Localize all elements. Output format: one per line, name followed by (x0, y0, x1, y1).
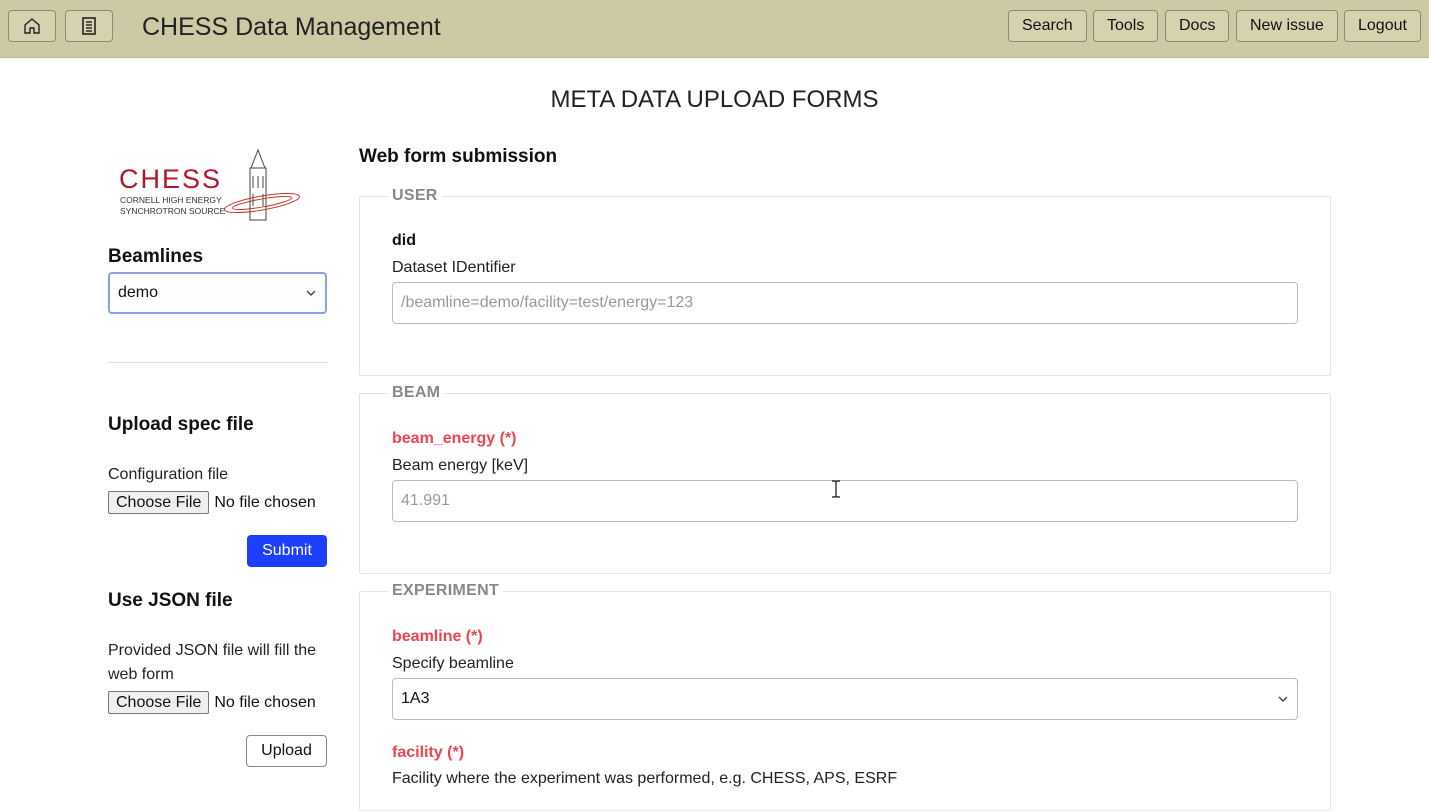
chess-logo: CHESS CORNELL HIGH ENERGY SYNCHROTRON SO… (119, 148, 300, 221)
beamline-select[interactable]: demo (108, 272, 327, 314)
nav-docs-button[interactable]: Docs (1165, 10, 1230, 42)
beam-fieldset: BEAM beam_energy (*) Beam energy [keV] 4… (359, 384, 1331, 574)
did-input[interactable]: /beamline=demo/facility=test/energy=123 (392, 282, 1298, 324)
orbit-graphic (224, 192, 300, 214)
home-icon (24, 18, 40, 34)
nav-search-button[interactable]: Search (1008, 10, 1087, 42)
config-choose-file-button[interactable]: Choose File (108, 491, 210, 514)
chevron-down-icon (306, 290, 316, 296)
json-description: Provided JSON file will fill the web for… (108, 642, 317, 683)
nav-new-issue-button[interactable]: New issue (1236, 10, 1338, 42)
logo-line1: CORNELL HIGH ENERGY (120, 195, 222, 205)
docs-icon-button[interactable] (65, 10, 113, 42)
sidebar-divider (108, 362, 327, 363)
upload-button[interactable]: Upload (246, 735, 327, 767)
user-legend: USER (388, 187, 442, 205)
upload-spec-heading: Upload spec file (108, 414, 254, 435)
home-button[interactable] (8, 10, 56, 42)
config-file-status: No file chosen (214, 493, 316, 511)
chevron-down-icon (1278, 696, 1288, 702)
text-cursor-icon (832, 480, 840, 498)
beam-energy-input[interactable]: 41.991 (392, 480, 1298, 522)
logo-line2: SYNCHROTRON SOURCE (120, 206, 226, 216)
nav-logout-button[interactable]: Logout (1344, 10, 1421, 42)
config-file-label: Configuration file (108, 466, 229, 483)
experiment-fieldset: EXPERIMENT beamline (*) Specify beamline… (359, 582, 1331, 811)
beam-energy-field-name: beam_energy (*) (392, 430, 517, 447)
beam-legend: BEAM (388, 384, 445, 402)
did-field-desc: Dataset IDentifier (392, 259, 516, 276)
nav-tools-button[interactable]: Tools (1093, 10, 1159, 42)
json-file-input[interactable]: Choose File No file chosen (108, 691, 316, 714)
top-navbar: CHESS Data Management Search Tools Docs … (0, 0, 1429, 58)
beamline-field-desc: Specify beamline (392, 655, 514, 672)
json-file-status: No file chosen (214, 693, 316, 711)
logo-name: CHESS (119, 164, 222, 194)
beamline-select-value: demo (118, 284, 159, 301)
json-choose-file-button[interactable]: Choose File (108, 691, 210, 714)
json-heading: Use JSON file (108, 590, 233, 611)
facility-field-name: facility (*) (392, 744, 465, 761)
app-title: CHESS Data Management (142, 13, 441, 41)
beam-energy-field-desc: Beam energy [keV] (392, 457, 529, 474)
beamline-form-select[interactable]: 1A3 (392, 678, 1298, 720)
config-file-input[interactable]: Choose File No file chosen (108, 491, 316, 514)
facility-field-desc: Facility where the experiment was perfor… (392, 770, 898, 787)
did-field-name: did (392, 232, 416, 249)
user-fieldset: USER did Dataset IDentifier /beamline=de… (359, 187, 1331, 376)
document-icon (82, 17, 96, 35)
beamline-form-select-value: 1A3 (401, 690, 430, 707)
beamline-field-name: beamline (*) (392, 628, 483, 645)
experiment-legend: EXPERIMENT (388, 582, 504, 600)
page-heading: META DATA UPLOAD FORMS (550, 86, 879, 113)
web-form-heading: Web form submission (359, 146, 558, 167)
submit-button[interactable]: Submit (247, 535, 327, 567)
beamlines-label: Beamlines (108, 246, 204, 267)
